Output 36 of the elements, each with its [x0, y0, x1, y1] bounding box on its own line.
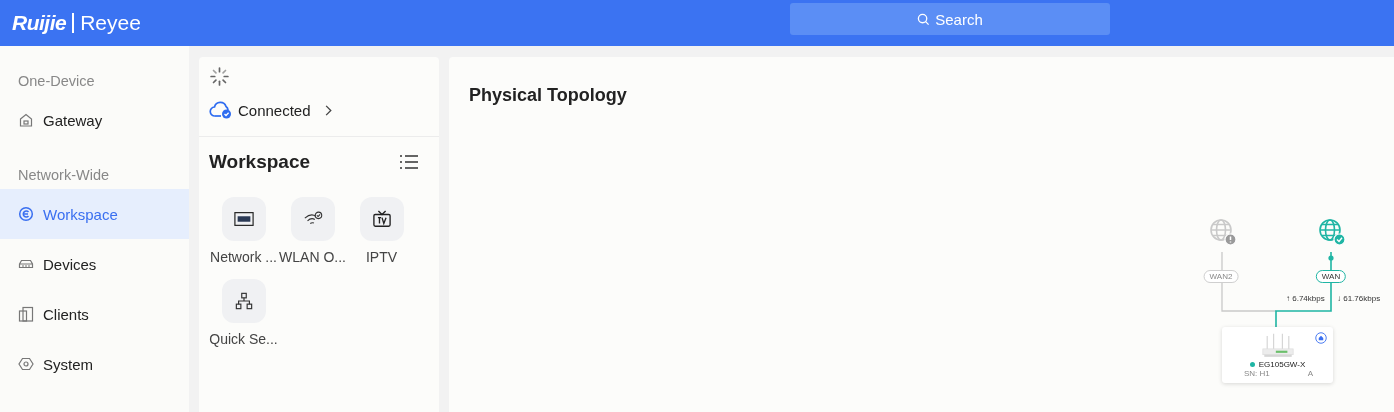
spinner-icon — [209, 66, 230, 87]
device-card[interactable]: EG105GW-X SN: H1 A — [1222, 327, 1333, 383]
panel-title: Physical Topology — [468, 84, 628, 106]
house-icon — [18, 112, 34, 128]
device-model: EG105GW-X — [1258, 360, 1306, 369]
router-drawing — [1260, 333, 1295, 359]
tv-icon — [371, 210, 392, 228]
workspace-title: Workspace — [209, 151, 311, 173]
brand-logo: Ruijie — [12, 11, 67, 35]
section-title: One-Device — [17, 72, 96, 91]
workspace-tile[interactable]: Network ... — [209, 197, 278, 265]
nav-item[interactable]: Gateway — [0, 95, 189, 145]
search-icon — [917, 12, 931, 26]
upload-speed: ↑ 6.74kbps — [1286, 294, 1325, 303]
wan-port-label: WAN2 — [1203, 270, 1239, 283]
download-speed: ↓ 61.76kbps — [1337, 294, 1381, 303]
wan-port-label: WAN — [1315, 270, 1347, 283]
serial-number-end: A — [1307, 369, 1314, 378]
hexagon-icon — [18, 356, 34, 372]
workspace-tile[interactable]: Quick Se... — [209, 279, 278, 347]
connection-link[interactable]: Connected — [209, 101, 333, 119]
devices-icon — [18, 306, 34, 322]
nav-item[interactable]: Devices — [0, 239, 189, 289]
nav-item[interactable]: System — [0, 339, 189, 389]
nav-item[interactable]: Clients — [0, 289, 189, 339]
workspace-tile[interactable]: IPTV — [347, 197, 416, 265]
product-logo: Reyee — [80, 11, 141, 35]
vlan-icon — [233, 210, 254, 228]
section-title: Network-Wide — [17, 166, 111, 185]
serial-number: SN: H1 — [1244, 369, 1270, 378]
home-badge-icon — [1315, 332, 1327, 344]
topology-icon — [233, 292, 254, 310]
workspace-tile[interactable]: WLAN O... — [278, 197, 347, 265]
nav-item[interactable]: Workspace — [0, 189, 189, 239]
circle-letter-icon — [18, 206, 34, 222]
list-icon[interactable] — [399, 154, 419, 170]
